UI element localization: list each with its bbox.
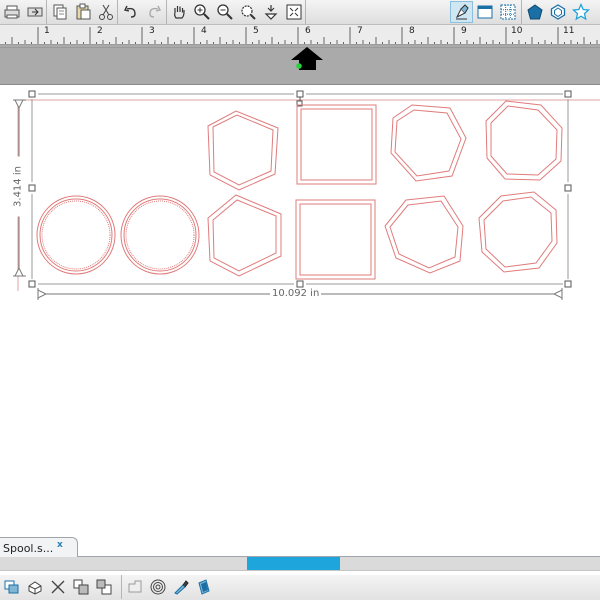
hexagon-shape bbox=[207, 110, 279, 191]
toolbar-group-clipboard bbox=[48, 0, 118, 24]
select-tool-icon[interactable] bbox=[450, 1, 473, 23]
ruler-number: 4 bbox=[201, 26, 207, 36]
octagon-shape bbox=[478, 191, 558, 273]
heptagon-shape bbox=[384, 195, 464, 274]
zoom-select-icon[interactable] bbox=[236, 1, 259, 23]
document-tab[interactable]: Spool.s... x bbox=[0, 537, 78, 557]
print-send-icon[interactable] bbox=[23, 1, 46, 23]
bring-forward-icon[interactable] bbox=[69, 576, 92, 598]
design-canvas[interactable]: 3.414 in 10.092 in bbox=[0, 86, 600, 536]
toolbar-group-print bbox=[0, 0, 47, 24]
pan-hand-icon[interactable] bbox=[168, 1, 191, 23]
delete-icon[interactable] bbox=[46, 576, 69, 598]
ruler-number: 9 bbox=[461, 26, 467, 36]
scissors-icon[interactable] bbox=[94, 1, 117, 23]
width-dimension-label: 10.092 in bbox=[270, 288, 322, 299]
group-icon[interactable] bbox=[0, 576, 23, 598]
silhouette-studio-window: 1 2 3 4 5 6 7 8 9 10 11 3.414 in 10.092 … bbox=[0, 0, 600, 600]
hexagon-icon[interactable] bbox=[546, 1, 569, 23]
ruler-number: 3 bbox=[149, 26, 155, 36]
undo-icon[interactable] bbox=[119, 1, 142, 23]
close-icon[interactable]: x bbox=[57, 540, 63, 550]
paste-icon[interactable] bbox=[71, 1, 94, 23]
octagon-shape bbox=[485, 100, 563, 181]
toolbar-group-panels bbox=[523, 0, 600, 24]
design-shapes bbox=[13, 90, 600, 300]
toolbar-group-zoom bbox=[168, 0, 306, 24]
offset-icon[interactable] bbox=[146, 576, 169, 598]
zoom-fit-icon[interactable] bbox=[259, 1, 282, 23]
print-icon[interactable] bbox=[0, 1, 23, 23]
horizontal-scrollbar[interactable] bbox=[0, 557, 600, 571]
zoom-in-icon[interactable] bbox=[191, 1, 214, 23]
cutting-mat-edge bbox=[0, 45, 600, 85]
ruler-ticks bbox=[5, 27, 598, 44]
heptagon-shape bbox=[390, 104, 467, 182]
knife-icon[interactable] bbox=[169, 576, 192, 598]
toolbar-group-history bbox=[119, 0, 167, 24]
grid-view-icon[interactable] bbox=[496, 1, 519, 23]
ruler-number: 5 bbox=[253, 26, 259, 36]
circle-shape bbox=[120, 195, 200, 275]
toolbar-group-view bbox=[450, 0, 522, 24]
page-view-icon[interactable] bbox=[473, 1, 496, 23]
feed-direction-arrow-icon[interactable] bbox=[0, 45, 600, 85]
ruler-number: 11 bbox=[563, 26, 575, 36]
height-dimension-label: 3.414 in bbox=[12, 156, 24, 217]
fit-page-icon[interactable] bbox=[282, 1, 305, 23]
main-toolbar bbox=[0, 0, 600, 25]
square-shape bbox=[295, 199, 376, 280]
circle-shape bbox=[36, 195, 116, 275]
horizontal-ruler: 1 2 3 4 5 6 7 8 9 10 11 bbox=[0, 25, 600, 45]
ruler-number: 2 bbox=[97, 26, 103, 36]
document-tab-bar: Spool.s... x bbox=[0, 537, 600, 557]
object-toolbar bbox=[0, 575, 600, 600]
copy-icon[interactable] bbox=[48, 1, 71, 23]
ruler-number: 7 bbox=[357, 26, 363, 36]
ungroup-icon[interactable] bbox=[23, 576, 46, 598]
toolbar-group-modify bbox=[123, 575, 219, 599]
redo-icon[interactable] bbox=[142, 1, 165, 23]
ruler-number: 6 bbox=[305, 26, 311, 36]
ruler-number: 8 bbox=[409, 26, 415, 36]
send-back-icon[interactable] bbox=[92, 576, 115, 598]
weld-icon[interactable] bbox=[123, 576, 146, 598]
toolbar-group-arrange bbox=[0, 575, 122, 599]
document-tab-label: Spool.s... bbox=[3, 542, 54, 555]
zoom-out-icon[interactable] bbox=[214, 1, 237, 23]
hexagon-shape bbox=[207, 194, 282, 277]
trace-icon[interactable] bbox=[192, 576, 215, 598]
star-icon[interactable] bbox=[569, 1, 592, 23]
ruler-number: 10 bbox=[511, 26, 523, 36]
scrollbar-thumb[interactable] bbox=[247, 557, 340, 570]
pentagon-icon[interactable] bbox=[523, 1, 546, 23]
ruler-number: 1 bbox=[44, 26, 50, 36]
square-shape bbox=[296, 104, 377, 185]
